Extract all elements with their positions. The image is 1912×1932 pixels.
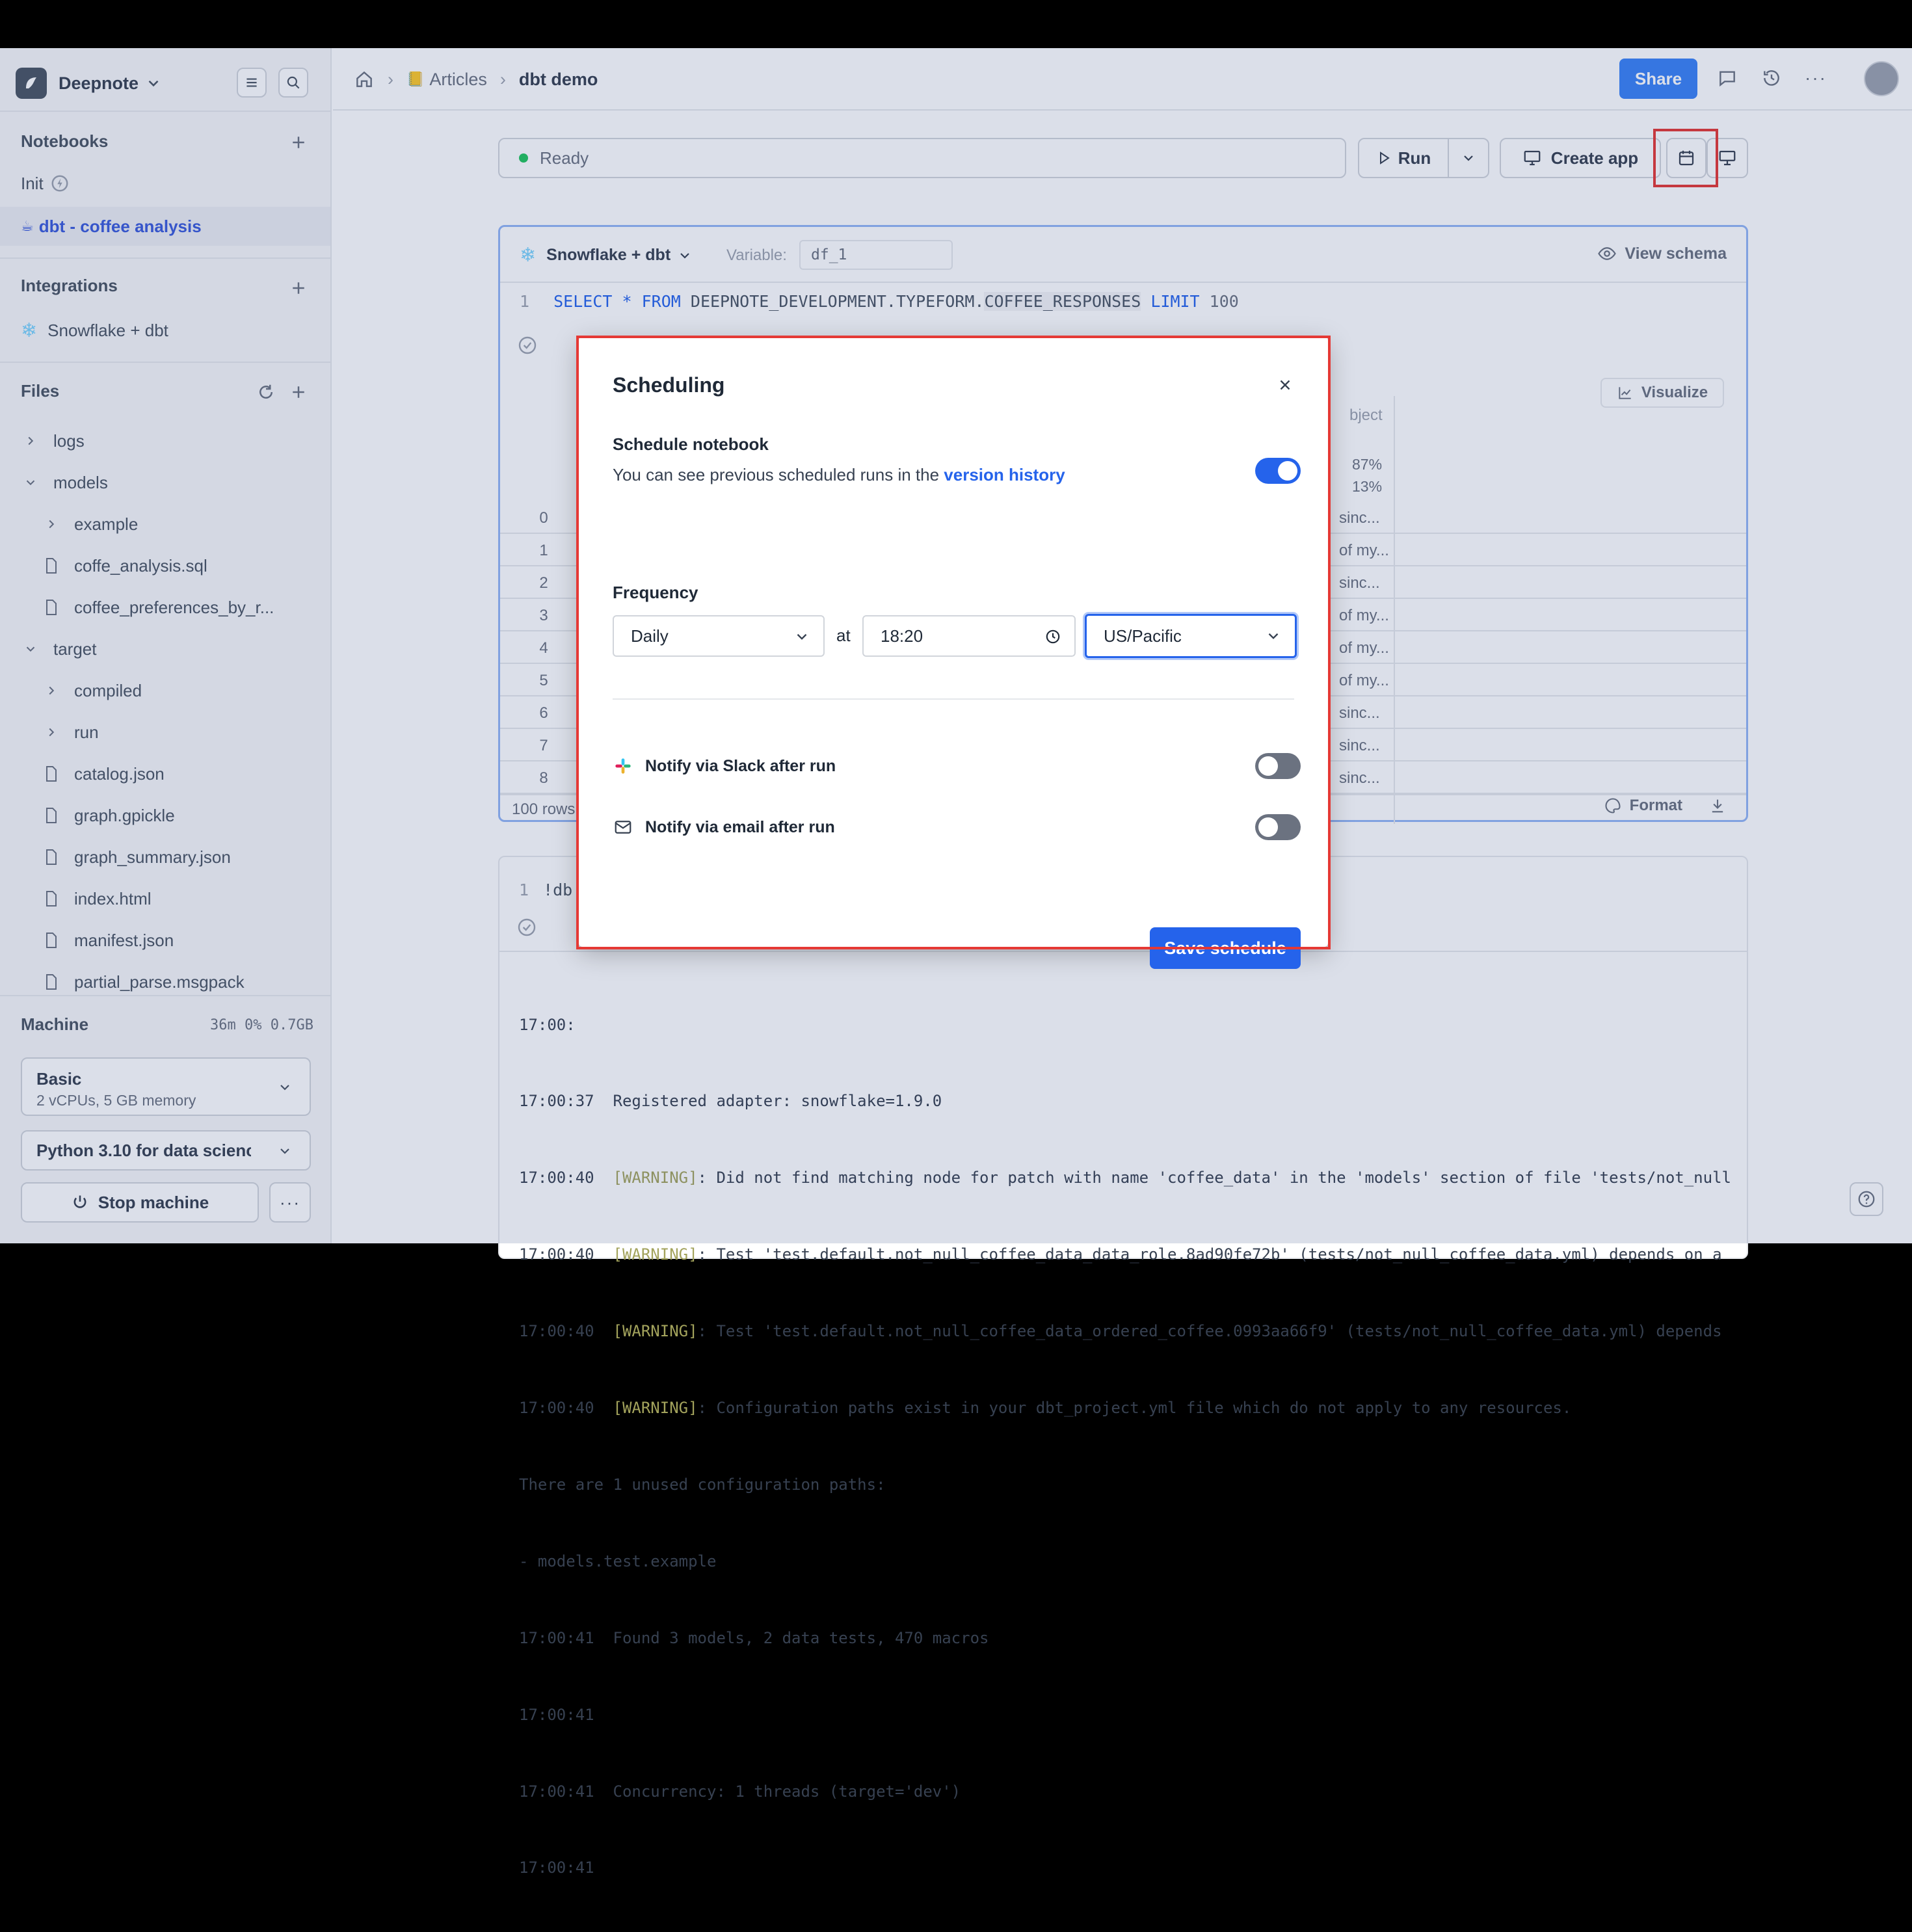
log-message: : Configuration paths exist in your dbt_… [697,1399,1572,1418]
log-line: 17:00:40 [WARNING]: Test 'test.default.n… [519,1319,1731,1344]
log-timestamp: 17:00:40 [519,1322,594,1341]
log-timestamp: 17:00:41 [519,1782,594,1801]
log-line: 17:00:40 [WARNING]: Test 'test.default.n… [519,1242,1731,1267]
log-warning-tag: [WARNING] [613,1399,698,1418]
log-line: There are 1 unused configuration paths: [519,1472,1731,1498]
log-line: 17:00:41 [519,1702,1731,1728]
log-line: 17:00:40 [WARNING]: Configuration paths … [519,1396,1731,1421]
log-message: Found 3 models, 2 data tests, 470 macros [613,1628,989,1647]
log-timestamp: 17:00:41 [519,1859,594,1877]
log-timestamp: 17:00:41 [519,1705,594,1724]
log-line: 17:00:41 Concurrency: 1 threads (target=… [519,1779,1731,1805]
log-timestamp: 17:00:40 [519,1399,594,1418]
log-message: : Test 'test.default.not_null_coffee_dat… [697,1322,1722,1341]
log-timestamp: 17:00:40 [519,1245,594,1264]
log-message: : Test 'test.default.not_null_coffee_dat… [697,1245,1722,1264]
log-message: There are 1 unused configuration paths: [519,1475,886,1494]
deepnote-app: Deepnote Notebooks Init ☕ dbt - coffee a… [0,48,1912,1877]
log-message: - models.test.example [519,1552,717,1570]
log-warning-tag: [WARNING] [613,1322,698,1341]
log-line: 17:00:41 [519,1855,1731,1881]
log-message: Concurrency: 1 threads (target='dev') [613,1782,961,1801]
dialog-highlight [576,336,1331,949]
log-warning-tag: [WARNING] [613,1245,698,1264]
screen-top-bar [0,0,1912,48]
log-line: 17:00:41 Found 3 models, 2 data tests, 4… [519,1626,1731,1651]
log-line: - models.test.example [519,1549,1731,1574]
log-timestamp: 17:00:41 [519,1628,594,1647]
